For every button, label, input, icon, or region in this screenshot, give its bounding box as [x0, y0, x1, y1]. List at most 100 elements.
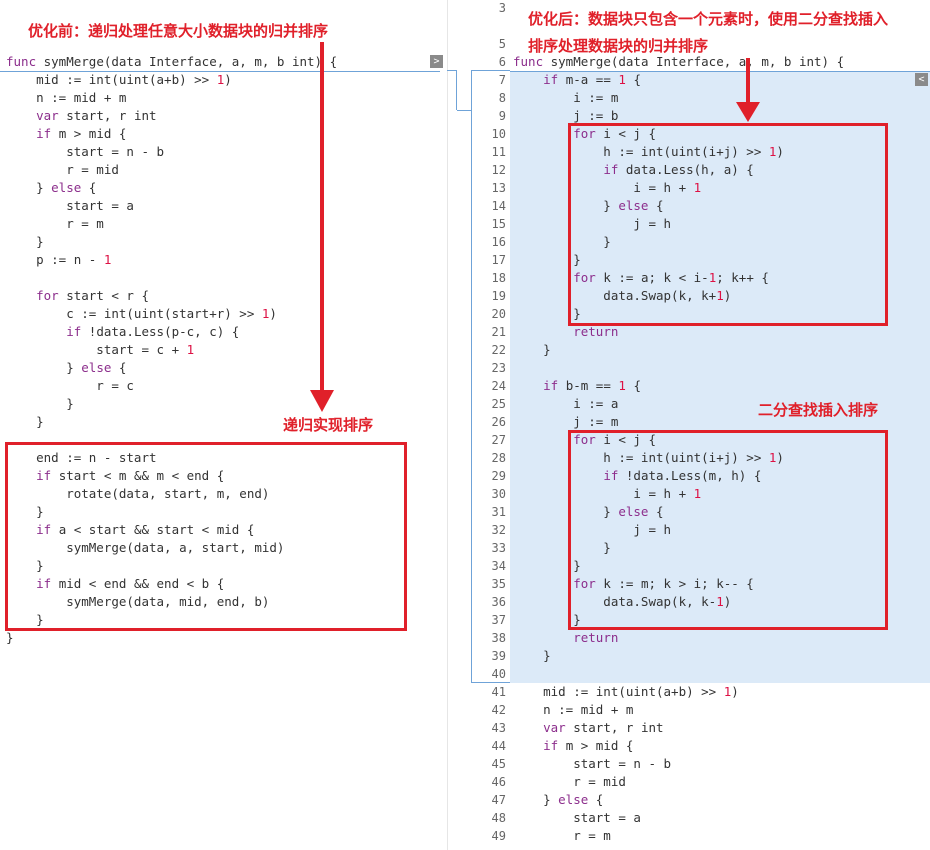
before-title: 优化前：递归处理任意大小数据块的归并排序 — [28, 22, 329, 40]
code-line: } — [513, 648, 551, 663]
code-line: start = n - b — [6, 144, 165, 159]
line-number: 43 — [491, 721, 506, 735]
line-number: 42 — [491, 703, 506, 717]
recursive-label: 递归实现排序 — [283, 416, 374, 434]
code-line: r = m — [513, 828, 611, 843]
line-number: 38 — [491, 631, 506, 645]
code-line: if m-a == 1 { — [543, 72, 641, 87]
line-number: 37 — [491, 613, 506, 627]
line-number: 17 — [491, 253, 506, 267]
line-number: 45 — [491, 757, 506, 771]
line-number: 36 — [491, 595, 506, 609]
code-line: if b-m == 1 { — [543, 378, 641, 393]
line-number: 11 — [491, 145, 506, 159]
line-number: 41 — [491, 685, 506, 699]
line-number: 5 — [498, 37, 506, 51]
line-number: 24 — [491, 379, 506, 393]
line-number: 34 — [491, 559, 506, 573]
after-title-line2: 排序处理数据块的归并排序 — [528, 37, 709, 55]
binary-insert-box-1 — [568, 123, 888, 326]
code-line: } else { — [6, 360, 127, 375]
line-number: 3 — [498, 1, 506, 15]
line-number: 6 — [498, 55, 506, 69]
line-number: 22 — [491, 343, 506, 357]
code-line: r = c — [6, 378, 134, 393]
after-title-line1: 优化后：数据块只包含一个元素时，使用二分查找插入 — [528, 10, 889, 28]
code-line: } — [6, 414, 44, 429]
code-line: for start < r { — [36, 288, 149, 303]
line-number: 27 — [491, 433, 506, 447]
next-diff-button[interactable]: > — [430, 55, 443, 68]
line-number: 14 — [491, 199, 506, 213]
code-line: } — [6, 234, 44, 249]
code-line: c := int(uint(start+r) >> 1) — [6, 306, 277, 321]
line-number: 9 — [498, 109, 506, 123]
code-line: if m > mid { — [36, 126, 127, 141]
line-number: 26 — [491, 415, 506, 429]
connector-bottom-right — [471, 682, 510, 683]
code-line: } — [6, 630, 14, 645]
binary-insert-box-2 — [568, 430, 888, 630]
code-line: r = mid — [6, 162, 119, 177]
line-number: 20 — [491, 307, 506, 321]
connector-left-vertical — [456, 70, 457, 110]
code-line: r = m — [6, 216, 104, 231]
line-number: 29 — [491, 469, 506, 483]
code-line: } else { — [513, 792, 604, 807]
connector-right-vertical — [471, 70, 472, 682]
line-number: 33 — [491, 541, 506, 555]
line-number: 23 — [491, 361, 506, 375]
line-number: 15 — [491, 217, 506, 231]
line-number: 28 — [491, 451, 506, 465]
code-line: i := a — [513, 396, 619, 411]
line-number: 19 — [491, 289, 506, 303]
code-line: start = a — [6, 198, 134, 213]
code-line: mid := int(uint(a+b) >> 1) — [513, 684, 739, 699]
connector-top-right — [471, 70, 510, 71]
line-number: 10 — [491, 127, 506, 141]
code-line: } else { — [6, 180, 97, 195]
line-number: 18 — [491, 271, 506, 285]
code-line: return — [573, 630, 619, 645]
code-line: } — [6, 396, 74, 411]
line-number: 30 — [491, 487, 506, 501]
line-number: 47 — [491, 793, 506, 807]
line-number: 32 — [491, 523, 506, 537]
line-number: 49 — [491, 829, 506, 843]
line-number: 8 — [498, 91, 506, 105]
line-number: 13 — [491, 181, 506, 195]
line-number: 7 — [498, 73, 506, 87]
line-number: 21 — [491, 325, 506, 339]
line-number: 46 — [491, 775, 506, 789]
line-number: 12 — [491, 163, 506, 177]
binary-insert-label: 二分查找插入排序 — [758, 401, 879, 419]
pane-divider[interactable] — [447, 0, 448, 850]
line-number-gutter: 3 5 6 7 8 9 10 11 12 13 14 15 16 17 18 19 20 21 22 23 24 25 26… — [447, 0, 510, 850]
code-line: n := mid + m — [513, 702, 634, 717]
connector-bottom-left — [457, 110, 471, 111]
line-number: 31 — [491, 505, 506, 519]
code-line: p := n - 1 — [6, 252, 112, 267]
code-line: r = mid — [513, 774, 626, 789]
code-line: n := mid + m — [6, 90, 127, 105]
code-line: j := m — [513, 414, 619, 429]
code-line: start = n - b — [513, 756, 672, 771]
code-line: } — [513, 342, 551, 357]
code-line: if !data.Less(p-c, c) { — [66, 324, 240, 339]
left-code-pane: func symMerge(data Interface, a, m, b in… — [0, 0, 447, 850]
line-number: 48 — [491, 811, 506, 825]
prev-diff-button[interactable]: < — [915, 73, 928, 86]
code-line: if m > mid { — [543, 738, 634, 753]
line-number: 16 — [491, 235, 506, 249]
line-number: 44 — [491, 739, 506, 753]
line-number: 25 — [491, 397, 506, 411]
code-line: func symMerge(data Interface, a, m, b in… — [6, 54, 338, 69]
line-number: 40 — [491, 667, 506, 681]
recursive-code-box — [5, 442, 407, 631]
line-number: 35 — [491, 577, 506, 591]
code-line: var start, r int — [36, 108, 157, 123]
line-number: 39 — [491, 649, 506, 663]
code-line: var start, r int — [543, 720, 664, 735]
code-line: start = c + 1 — [6, 342, 195, 357]
code-line: start = a — [513, 810, 641, 825]
